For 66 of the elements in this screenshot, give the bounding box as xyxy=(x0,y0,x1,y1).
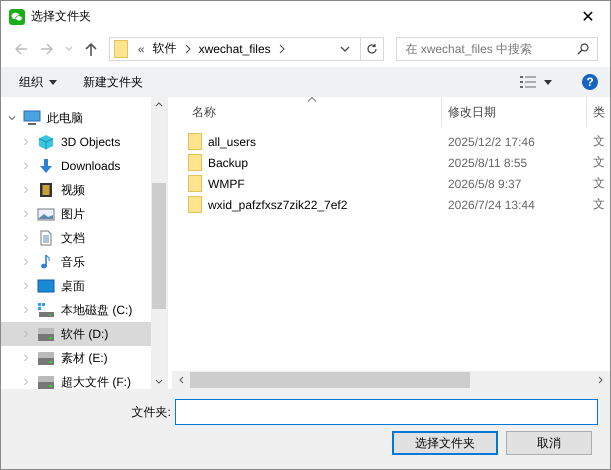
drive-icon xyxy=(37,350,55,366)
column-header[interactable]: 修改日期 xyxy=(442,97,587,127)
drive-icon xyxy=(37,326,55,342)
search-field[interactable]: 在 xwechat_files 中搜索 xyxy=(396,36,598,60)
address-bar[interactable]: « 软件 xwechat_files xyxy=(108,36,384,60)
new-folder-button[interactable]: 新建文件夹 xyxy=(83,74,143,90)
forward-arrow-icon[interactable] xyxy=(38,40,55,56)
drive-icon xyxy=(37,374,55,389)
folder-row[interactable]: Backup 2025/8/11 8:55 文 xyxy=(172,152,610,173)
column-header[interactable]: 名称 xyxy=(172,97,442,127)
organize-menu-button[interactable]: 组织 xyxy=(19,74,57,90)
select-folder-button[interactable]: 选择文件夹 xyxy=(392,431,498,455)
folder-row[interactable]: all_users 2025/12/2 17:46 文 xyxy=(172,131,610,152)
drive-icon xyxy=(37,302,55,318)
chevron-down-icon[interactable] xyxy=(7,113,17,123)
close-button[interactable]: ✕ xyxy=(566,6,610,26)
chevron-right-icon[interactable] xyxy=(184,44,191,54)
tree-item[interactable]: 此电脑 xyxy=(1,106,151,130)
tree-item[interactable]: 超大文件 (F:) xyxy=(1,370,151,389)
details-view-icon xyxy=(520,75,536,89)
chevron-down-icon[interactable] xyxy=(340,46,350,52)
refresh-icon xyxy=(366,42,378,54)
scroll-up-icon[interactable] xyxy=(155,101,163,107)
scroll-left-icon[interactable] xyxy=(178,376,184,384)
overflow-crumb[interactable]: « xyxy=(138,42,145,56)
desktop-icon xyxy=(37,278,55,294)
view-options-button[interactable] xyxy=(520,75,552,89)
folder-icon xyxy=(188,133,202,150)
tree-item[interactable]: 本地磁盘 (C:) xyxy=(1,298,151,322)
scroll-right-icon[interactable] xyxy=(598,376,604,384)
cancel-button[interactable]: 取消 xyxy=(506,431,592,455)
breadcrumb[interactable]: 软件 xyxy=(152,40,177,57)
picture-icon xyxy=(37,206,55,222)
tree-item[interactable]: 视频 xyxy=(1,178,151,202)
scroll-down-icon[interactable] xyxy=(155,379,163,385)
down-arrow-icon xyxy=(37,158,55,174)
horizontal-scrollbar[interactable] xyxy=(172,371,610,389)
caret-icon xyxy=(544,80,552,84)
film-icon xyxy=(37,182,55,198)
caret-icon xyxy=(49,80,57,84)
tree-item[interactable]: 图片 xyxy=(1,202,151,226)
window-title: 选择文件夹 xyxy=(31,8,91,25)
tree-item[interactable]: 桌面 xyxy=(1,274,151,298)
tree-item[interactable]: 音乐 xyxy=(1,250,151,274)
folder-row[interactable]: wxid_pafzfxsz7zik22_7ef2 2026/7/24 13:44 文 xyxy=(172,194,610,215)
folder-name-field[interactable] xyxy=(175,399,598,425)
folder-label: 文件夹: xyxy=(132,404,171,420)
folder-icon xyxy=(114,40,128,58)
monitor-icon xyxy=(23,110,41,126)
tree-item[interactable]: 文档 xyxy=(1,226,151,250)
cube-icon xyxy=(37,134,55,150)
chevron-right-icon[interactable] xyxy=(278,44,285,54)
folder-icon xyxy=(188,175,202,192)
up-arrow-icon[interactable] xyxy=(82,40,99,56)
folder-icon xyxy=(188,154,202,171)
help-button[interactable]: ? xyxy=(582,74,598,90)
folder-icon xyxy=(188,196,202,213)
column-header[interactable]: 类 xyxy=(587,97,610,127)
tree-item[interactable]: 软件 (D:) xyxy=(1,322,151,346)
folder-row[interactable]: WMPF 2026/5/8 9:37 文 xyxy=(172,173,610,194)
tree-item[interactable]: Downloads xyxy=(1,154,151,178)
search-icon xyxy=(577,42,589,54)
chat-app-icon xyxy=(9,8,25,24)
breadcrumb[interactable]: xwechat_files xyxy=(198,42,271,56)
tree-item[interactable]: 素材 (E:) xyxy=(1,346,151,370)
tree-item[interactable]: 3D Objects xyxy=(1,130,151,154)
